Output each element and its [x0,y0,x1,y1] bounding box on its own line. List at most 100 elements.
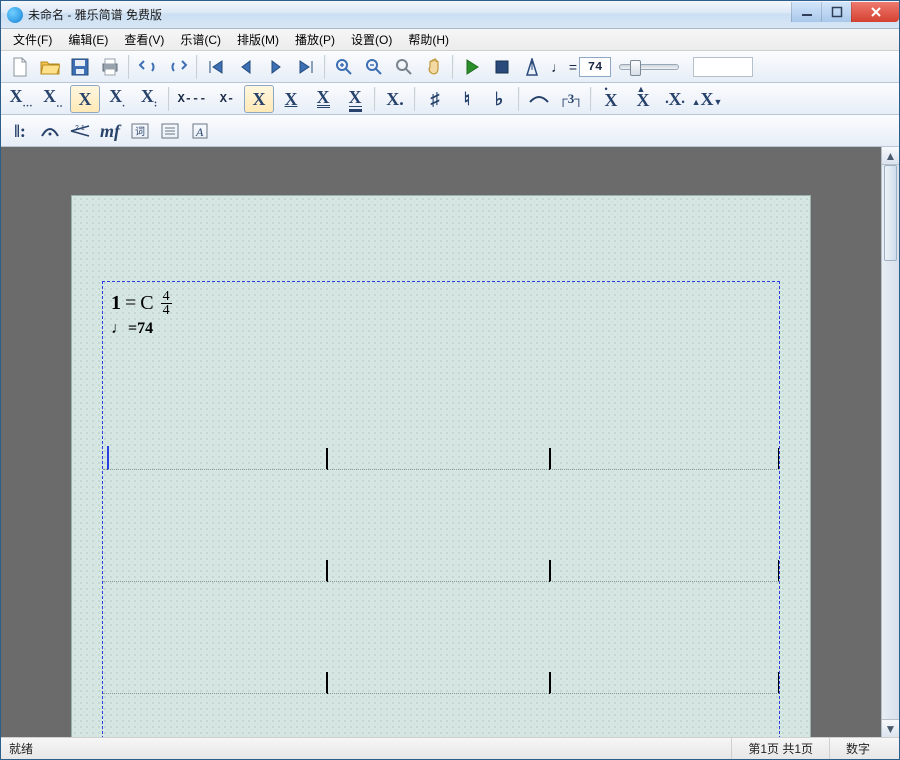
fermata-button[interactable] [36,117,64,145]
staves [103,358,779,737]
vertical-scrollbar[interactable]: ▲ ▼ [881,147,899,737]
octave-up2[interactable]: ▲X [628,85,658,113]
workarea: 1 = C 4 4 =74 [1,147,899,737]
scroll-track[interactable] [882,165,899,719]
maximize-button[interactable] [821,2,851,22]
x-dots-below-icon: X: [141,87,157,110]
octave-down2[interactable]: ▲X▼ [692,85,722,113]
menu-view[interactable]: 查看(V) [116,29,172,50]
len-under1[interactable]: X [276,85,306,113]
metronome-button[interactable] [518,53,546,81]
stave-row[interactable] [103,470,779,582]
pan-button[interactable] [420,53,448,81]
natural-button[interactable]: ♮ [452,85,482,113]
zoom-in-button[interactable] [330,53,358,81]
repeat-button[interactable]: ‖: [6,117,34,145]
triplet-button[interactable]: ┌3┐ [556,85,586,113]
first-button[interactable] [202,53,230,81]
note-dur-5[interactable]: X: [134,85,164,113]
stop-button[interactable] [488,53,516,81]
save-button[interactable] [66,53,94,81]
edit-cursor [107,446,109,470]
octave-down[interactable]: •X• [660,85,690,113]
open-button[interactable] [36,53,64,81]
menu-layout[interactable]: 排版(M) [229,29,287,50]
stave-row[interactable] [103,582,779,694]
zoom-fit-button[interactable] [390,53,418,81]
new-file-icon [11,57,29,77]
key-letter: C [140,292,153,315]
note-dur-1[interactable]: X… [6,85,36,113]
key-one: 1 [111,292,121,315]
menu-play[interactable]: 播放(P) [287,29,343,50]
separator [128,55,130,79]
menu-score[interactable]: 乐谱(C) [172,29,229,50]
scroll-up-button[interactable]: ▲ [882,147,899,165]
go-first-icon [207,59,225,75]
len-under2[interactable]: X [308,85,338,113]
scroll-down-button[interactable]: ▼ [882,719,899,737]
triplet-icon: ┌3┐ [559,92,584,105]
menu-settings[interactable]: 设置(O) [343,29,400,50]
minimize-button[interactable] [791,2,821,22]
titlebar: 未命名 - 雅乐简谱 免费版 [1,1,899,29]
x-dot-both-icon: •X• [665,90,684,108]
print-icon [100,58,120,76]
stave-row[interactable] [103,694,779,737]
lyrics-button[interactable]: 词 [126,117,154,145]
metronome-icon [525,58,539,76]
play-button[interactable] [458,53,486,81]
toolbar-notes: X… X‥ X X. X: X--- X- X X X X X. ♯ ♮ ♭ ┌… [1,83,899,115]
eq-sign: = [125,292,136,315]
close-button[interactable] [851,2,899,22]
separator [590,87,592,111]
len-3dash[interactable]: X--- [174,85,210,113]
font-button[interactable]: A [186,117,214,145]
slider-thumb[interactable] [630,60,641,76]
len-plain[interactable]: X [244,85,274,113]
len-under3[interactable]: X [340,85,370,113]
dotted-note[interactable]: X. [380,85,410,113]
crescendo-button[interactable]: 2 1 [66,117,94,145]
status-mode: 数字 [829,738,899,759]
redo-button[interactable] [164,53,192,81]
menu-edit[interactable]: 编辑(E) [60,29,116,50]
menu-help[interactable]: 帮助(H) [400,29,457,50]
flat-icon: ♭ [495,90,504,108]
next-button[interactable] [262,53,290,81]
separator [324,55,326,79]
crescendo-icon: 2 1 [69,124,91,138]
barline [778,560,780,582]
tempo-slider[interactable] [619,64,679,70]
go-prev-icon [238,59,254,75]
x-arrow-down-icon: ▲X▼ [692,90,723,108]
page-margin: 1 = C 4 4 =74 [102,281,780,737]
undo-button[interactable] [134,53,162,81]
prev-button[interactable] [232,53,260,81]
last-button[interactable] [292,53,320,81]
note-dur-3[interactable]: X [70,85,100,113]
separator [414,87,416,111]
print-button[interactable] [96,53,124,81]
new-button[interactable] [6,53,34,81]
scroll-thumb[interactable] [884,165,897,261]
dynamics-button[interactable]: mf [96,117,124,145]
octave-up[interactable]: •X [596,85,626,113]
zoom-out-button[interactable] [360,53,388,81]
menu-file[interactable]: 文件(F) [5,29,60,50]
tie-button[interactable] [524,85,554,113]
note-dur-4[interactable]: X. [102,85,132,113]
tempo-input[interactable] [579,57,611,77]
barline [326,560,328,582]
x-dash-icon: X- [220,92,234,106]
note-dur-2[interactable]: X‥ [38,85,68,113]
text-block-button[interactable] [156,117,184,145]
stave-row[interactable] [103,358,779,470]
sharp-button[interactable]: ♯ [420,85,450,113]
len-1dash[interactable]: X- [212,85,242,113]
tempo-note-icon: ♩ = [551,59,577,75]
score-page[interactable]: 1 = C 4 4 =74 [71,195,811,737]
flat-button[interactable]: ♭ [484,85,514,113]
barline [549,672,551,694]
canvas-scroll[interactable]: 1 = C 4 4 =74 [1,147,881,737]
